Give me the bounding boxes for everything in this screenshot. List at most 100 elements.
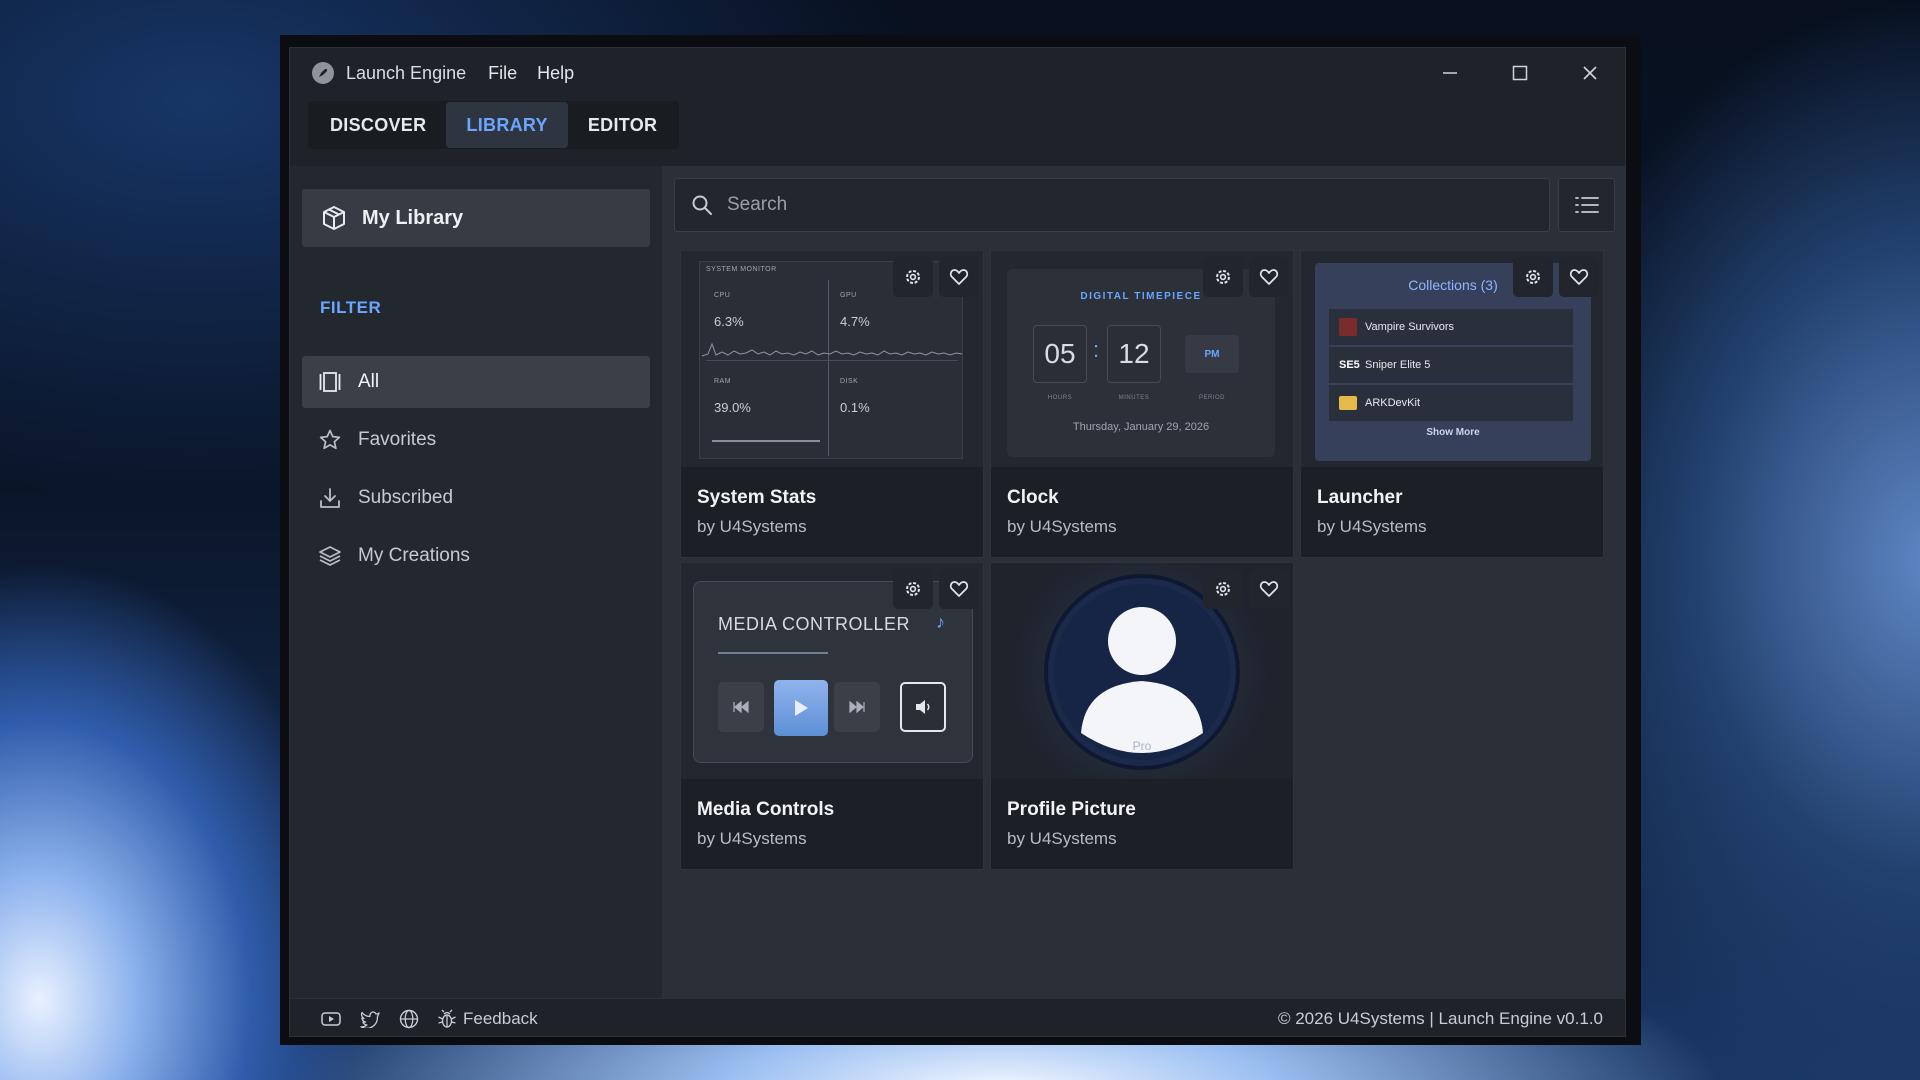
card-settings-button[interactable] [893,569,933,609]
star-icon [319,429,341,450]
menu-help[interactable]: Help [537,63,574,84]
card-settings-button[interactable] [893,257,933,297]
title-bar: Launch Engine File Help [290,48,1625,98]
list-view-button[interactable] [1558,178,1615,232]
rocket-icon [312,62,334,84]
volume-icon [900,682,946,732]
widget-card-system-stats[interactable]: SYSTEM MONITOR CPU 6.3% GPU 4.7% RAM 39.… [680,250,984,558]
launcher-item: Vampire Survivors [1329,309,1573,345]
card-title: Profile Picture [1007,799,1136,820]
library-panel: SYSTEM MONITOR CPU 6.3% GPU 4.7% RAM 39.… [662,166,1625,998]
card-favorite-button[interactable] [939,257,979,297]
filter-label: Favorites [358,429,437,450]
media-controller-preview: MEDIA CONTROLLER ♪ [693,581,973,763]
tab-editor[interactable]: EDITOR [568,102,677,148]
filter-label: All [358,371,380,392]
stat-label: GPU [840,292,857,299]
clock-minutes: 12 [1107,325,1161,383]
youtube-icon [321,1011,341,1026]
card-favorite-button[interactable] [1559,257,1599,297]
twitter-icon [360,1010,380,1028]
minimize-icon [1443,72,1457,74]
widget-card-media-controls[interactable]: MEDIA CONTROLLER ♪ Media Controls by U4S… [680,562,984,870]
card-thumbnail: SYSTEM MONITOR CPU 6.3% GPU 4.7% RAM 39.… [681,251,983,467]
main-tabs: DISCOVER LIBRARY EDITOR [308,101,680,149]
card-title: System Stats [697,487,817,508]
tab-discover[interactable]: DISCOVER [310,102,446,148]
filter-label: My Creations [358,545,470,566]
tab-library[interactable]: LIBRARY [446,102,568,148]
close-button[interactable] [1555,48,1625,98]
stat-label: RAM [714,378,732,385]
clock-date: Thursday, January 29, 2026 [1072,421,1210,433]
card-thumbnail: Pro [991,563,1293,779]
next-icon [834,682,880,732]
play-icon [774,680,828,736]
card-favorite-button[interactable] [1249,257,1289,297]
menu-file[interactable]: File [488,63,517,84]
widget-card-profile-picture[interactable]: Pro Profile Picture by U4Systems [990,562,1294,870]
youtube-link[interactable] [320,1008,342,1030]
close-icon [1583,66,1597,80]
filter-item-my-creations[interactable]: My Creations [302,530,650,582]
search-input[interactable] [727,194,1507,216]
window-controls [1415,48,1625,98]
launcher-item-name: Sniper Elite 5 [1365,359,1431,371]
heart-icon [1259,269,1279,285]
music-note-icon: ♪ [936,612,945,632]
clock-period: PM [1185,335,1239,373]
pro-badge: Pro [1132,739,1152,753]
my-library-label: My Library [362,206,464,229]
heart-icon [949,581,969,597]
card-settings-button[interactable] [1513,257,1553,297]
launcher-item-name: Vampire Survivors [1365,321,1455,333]
stat-value: 4.7% [840,314,870,329]
filter-label: Subscribed [358,487,454,508]
clock-label: HOURS [1047,395,1073,401]
twitter-link[interactable] [359,1008,381,1030]
copyright-text: © 2026 U4Systems | Launch Engine v0.1.0 [1277,1009,1603,1028]
footer-bar: Feedback © 2026 U4Systems | Launch Engin… [290,998,1625,1036]
box-icon [323,206,345,230]
card-favorite-button[interactable] [939,569,979,609]
filter-heading: FILTER [320,298,382,317]
app-window: Launch Engine File Help DISCOVER LIBRARY… [289,47,1626,1037]
card-thumbnail: DIGITAL TIMEPIECE 05 : 12 PM HOURS MINUT… [991,251,1293,467]
cpu-graph [701,342,963,357]
gear-icon [1216,270,1230,284]
search-icon [692,195,712,215]
bug-icon [438,1009,456,1028]
feedback-link[interactable]: Feedback [437,1009,538,1029]
website-link[interactable] [398,1008,420,1030]
filter-item-subscribed[interactable]: Subscribed [302,472,650,524]
launcher-item-name: ARKDevKit [1365,397,1421,409]
my-library-button[interactable]: My Library [302,189,650,247]
sniper-elite-logo: SE5 [1339,359,1360,371]
game-thumb-icon [1339,318,1357,336]
filter-item-favorites[interactable]: Favorites [302,414,650,466]
card-title: Clock [1007,487,1059,508]
minimize-button[interactable] [1415,48,1485,98]
stat-value: 0.1% [840,400,870,415]
card-settings-button[interactable] [1203,569,1243,609]
heart-icon [1569,269,1589,285]
widget-card-launcher[interactable]: Collections (3) Vampire Survivors SE5 Sn… [1300,250,1604,558]
globe-icon [399,1009,419,1028]
preview-title: SYSTEM MONITOR [706,266,777,273]
card-favorite-button[interactable] [1249,569,1289,609]
widget-card-clock[interactable]: DIGITAL TIMEPIECE 05 : 12 PM HOURS MINUT… [990,250,1294,558]
gear-icon [906,270,920,284]
launcher-show-more: Show More [1426,427,1480,438]
card-settings-button[interactable] [1203,257,1243,297]
gear-icon [1526,270,1540,284]
clock-label: PERIOD [1198,395,1225,401]
feedback-label: Feedback [463,1008,538,1028]
card-title: Media Controls [697,799,835,820]
card-author: by U4Systems [697,829,807,848]
download-icon [320,488,340,508]
maximize-button[interactable] [1485,48,1555,98]
card-author: by U4Systems [1007,517,1117,536]
list-icon [1574,197,1599,213]
filter-item-all[interactable]: All [302,356,650,408]
maximize-icon [1512,65,1528,81]
